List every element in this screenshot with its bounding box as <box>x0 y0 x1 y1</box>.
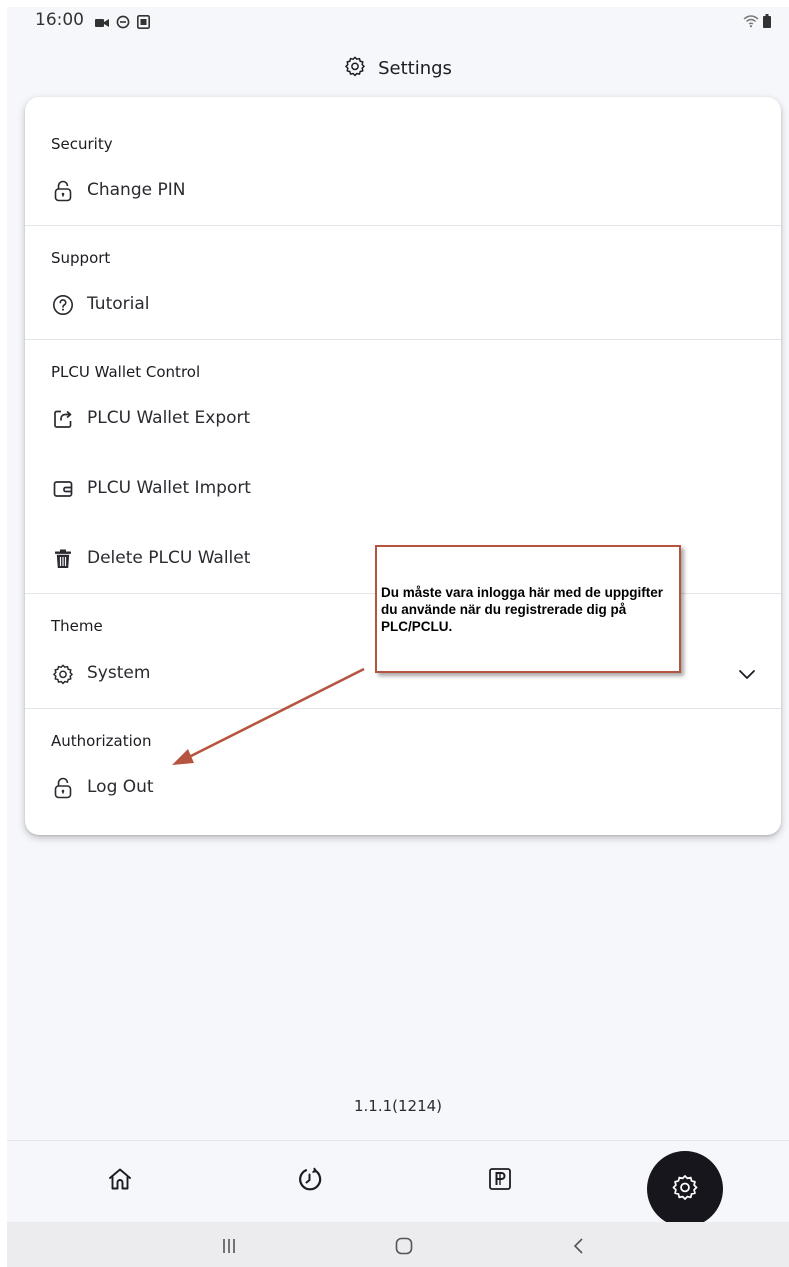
section-title-wallet: PLCU Wallet Control <box>51 363 201 381</box>
gear-icon <box>671 1173 699 1205</box>
divider <box>25 339 781 340</box>
home-button-icon[interactable] <box>392 1234 416 1258</box>
page-header: Settings <box>7 51 789 85</box>
plcu-icon <box>487 1166 513 1196</box>
status-bar: 16:00 <box>7 7 789 37</box>
app-version: 1.1.1(1214) <box>353 1097 443 1115</box>
status-icons-right <box>743 13 771 32</box>
log-out-item[interactable]: Log Out <box>25 766 781 810</box>
section-title-support: Support <box>51 249 111 267</box>
tutorial-label: Tutorial <box>87 294 150 314</box>
divider <box>25 225 781 226</box>
log-out-label: Log Out <box>87 777 154 797</box>
screenshot-icon <box>137 14 150 33</box>
battery-icon <box>763 13 771 32</box>
home-icon <box>107 1166 133 1196</box>
section-title-theme: Theme <box>51 617 103 635</box>
trash-icon <box>51 547 75 571</box>
wallet-import-item[interactable]: PLCU Wallet Import <box>25 467 781 511</box>
nav-home[interactable] <box>98 1159 142 1203</box>
tutorial-item[interactable]: Tutorial <box>25 283 781 327</box>
nav-plcu[interactable] <box>478 1159 522 1203</box>
change-pin-item[interactable]: Change PIN <box>25 169 781 213</box>
video-icon <box>95 14 109 33</box>
wallet-export-item[interactable]: PLCU Wallet Export <box>25 397 781 441</box>
settings-screen: 16:00 Settings Security Change PIN Suppo… <box>7 7 789 1267</box>
section-title-security: Security <box>51 135 113 153</box>
lock-icon <box>51 179 75 203</box>
help-icon <box>51 293 75 317</box>
chevron-down-icon[interactable] <box>735 662 759 686</box>
settings-card: Security Change PIN Support Tutorial PLC… <box>25 97 781 835</box>
bottom-navigation <box>7 1140 789 1227</box>
recent-apps-icon[interactable] <box>217 1234 241 1258</box>
system-navigation-bar <box>7 1222 789 1267</box>
gear-icon <box>51 662 75 686</box>
wallet-icon <box>51 477 75 501</box>
do-not-disturb-icon <box>116 14 130 33</box>
lock-icon <box>51 776 75 800</box>
annotation-callout: Du måste vara inlogga här med de uppgift… <box>375 545 681 673</box>
divider <box>25 708 781 709</box>
history-icon <box>297 1166 323 1196</box>
delete-wallet-label: Delete PLCU Wallet <box>87 548 251 568</box>
nav-settings[interactable] <box>647 1151 723 1227</box>
theme-selected-value: System <box>87 663 151 683</box>
wallet-export-label: PLCU Wallet Export <box>87 408 251 428</box>
gear-icon <box>344 55 366 81</box>
annotation-text: Du måste vara inlogga här med de uppgift… <box>381 585 664 634</box>
status-icons-left <box>95 14 150 33</box>
export-icon <box>51 407 75 431</box>
change-pin-label: Change PIN <box>87 180 186 200</box>
back-icon[interactable] <box>567 1234 591 1258</box>
status-time: 16:00 <box>35 10 84 30</box>
nav-history[interactable] <box>288 1159 332 1203</box>
wifi-icon <box>743 13 759 32</box>
wallet-import-label: PLCU Wallet Import <box>87 478 251 498</box>
section-title-authorization: Authorization <box>51 732 152 750</box>
page-title: Settings <box>378 57 452 79</box>
